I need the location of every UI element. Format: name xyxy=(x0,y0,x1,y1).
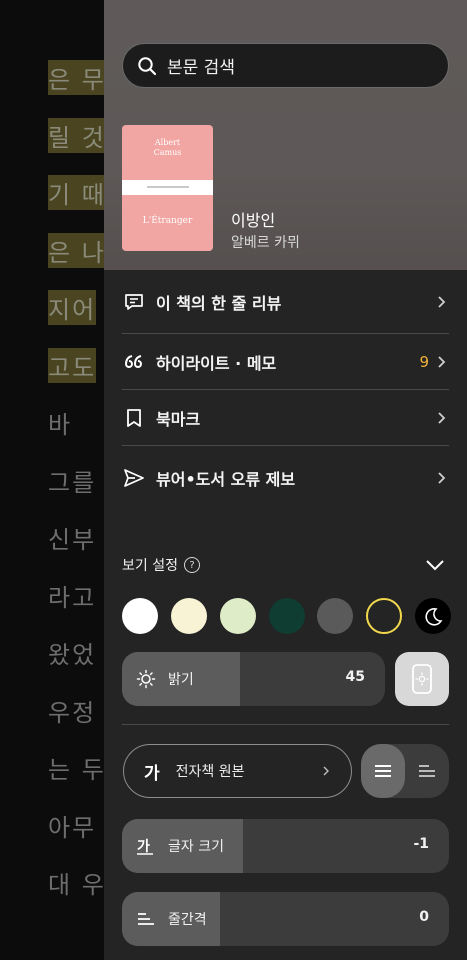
theme-swatch-white[interactable] xyxy=(122,598,158,634)
auto-brightness-button[interactable] xyxy=(395,652,449,706)
reader-text-line: 바 xyxy=(48,411,73,439)
font-select-button[interactable]: 가 전자책 원본 xyxy=(123,744,352,798)
phone-brightness-icon xyxy=(412,664,432,694)
line-spacing-value: 0 xyxy=(419,909,429,925)
chevron-right-icon xyxy=(438,412,446,424)
font-size-value: -1 xyxy=(413,836,429,852)
reader-text-line: 은 무 xyxy=(48,60,104,95)
book-author: 알베르 카뮈 xyxy=(231,235,300,251)
menu-item-report-error[interactable]: 뷰어•도서 오류 제보 xyxy=(122,450,449,506)
theme-swatch-gray[interactable] xyxy=(317,598,353,634)
search-icon xyxy=(138,56,157,75)
divider xyxy=(122,724,449,725)
menu-item-review[interactable]: 이 책의 한 줄 리뷰 xyxy=(122,274,449,330)
reader-text-line: 기 때 xyxy=(48,175,104,210)
reader-text-line: 그를 xyxy=(48,468,97,497)
chevron-right-icon xyxy=(438,296,446,308)
help-icon[interactable]: ? xyxy=(183,557,200,573)
theme-swatch-cream[interactable] xyxy=(171,598,207,634)
quote-icon xyxy=(122,350,146,374)
chevron-right-icon xyxy=(438,356,446,368)
menu-item-label: 북마크 xyxy=(156,410,201,429)
font-label: 전자책 원본 xyxy=(175,764,245,780)
brightness-label: 밝기 xyxy=(168,672,194,688)
reader-text-line: 왔었 xyxy=(48,641,97,669)
menu-item-label: 이 책의 한 줄 리뷰 xyxy=(156,294,282,313)
panel-header: 본문 검색 Albert Camus L'Étranger 이방인 알베르 카뮈 xyxy=(104,0,467,270)
search-placeholder: 본문 검색 xyxy=(167,58,235,78)
comment-icon xyxy=(122,290,146,314)
font-size-label: 글자 크기 xyxy=(168,839,224,855)
chevron-right-icon xyxy=(438,472,446,484)
font-size-icon: 가 xyxy=(137,839,153,855)
align-justify-button[interactable] xyxy=(361,744,405,798)
theme-swatch-dark-green[interactable] xyxy=(269,598,305,634)
font-size-slider[interactable]: 가 글자 크기 -1 xyxy=(122,819,449,873)
divider xyxy=(122,445,449,446)
reader-text-line: 신부 xyxy=(48,526,97,554)
text-align-toggle xyxy=(361,744,449,798)
reader-text-line: 지어 xyxy=(48,290,97,325)
reader-text-line: 대 우 xyxy=(48,871,104,899)
svg-text:가: 가 xyxy=(137,839,150,855)
menu-item-label: 뷰어•도서 오류 제보 xyxy=(156,470,296,489)
cover-title: L'Étranger xyxy=(142,216,193,226)
align-left-button[interactable] xyxy=(405,744,449,798)
reader-text-line: 우정 xyxy=(48,698,97,727)
side-panel: 본문 검색 Albert Camus L'Étranger 이방인 알베르 카뮈 … xyxy=(104,0,467,960)
theme-swatch-light-green[interactable] xyxy=(220,598,256,634)
line-spacing-icon xyxy=(138,913,154,925)
brightness-value: 45 xyxy=(345,669,365,685)
menu-item-label: 하이라이트 · 메모 xyxy=(156,354,277,373)
align-justify-icon xyxy=(375,765,391,777)
menu-item-highlights[interactable]: 하이라이트 · 메모 9 xyxy=(122,334,449,390)
cover-band xyxy=(122,180,213,195)
book-title: 이방인 xyxy=(231,211,276,230)
search-input[interactable]: 본문 검색 xyxy=(122,43,449,88)
reader-text-line: 은 나 xyxy=(48,232,104,268)
menu-item-bookmark[interactable]: 북마크 xyxy=(122,390,449,446)
align-left-icon xyxy=(419,765,435,777)
send-icon xyxy=(122,466,146,490)
reader-text-line: 라고 xyxy=(48,583,97,612)
sun-icon xyxy=(136,669,156,689)
reader-text-line: 는 두 xyxy=(48,756,104,784)
bookmark-icon xyxy=(122,406,146,430)
line-spacing-slider[interactable]: 줄간격 0 xyxy=(122,892,449,946)
reader-text-line: 고도 xyxy=(48,347,97,383)
font-icon: 가 xyxy=(144,763,160,784)
reader-text-line: 릴 것 xyxy=(48,117,104,153)
view-settings-title: 보기 설정 ? xyxy=(122,555,200,575)
chevron-down-icon[interactable] xyxy=(424,555,446,575)
cover-author: Albert Camus xyxy=(153,138,182,157)
line-spacing-label: 줄간격 xyxy=(168,912,207,928)
chevron-right-icon xyxy=(323,766,329,776)
theme-swatch-black[interactable] xyxy=(366,598,402,634)
brightness-slider[interactable]: 밝기 45 xyxy=(122,652,385,706)
moon-icon xyxy=(425,608,443,626)
reader-background: 은 무릴 것기 때은 나지어고도 바그를신부라고왔었우정는 두아무대 우 xyxy=(0,0,104,960)
book-cover[interactable]: Albert Camus L'Étranger xyxy=(122,125,213,251)
reader-text-line: 아무 xyxy=(48,813,97,842)
highlight-count-badge: 9 xyxy=(419,353,429,371)
theme-swatch-dark-mode[interactable] xyxy=(415,598,451,634)
